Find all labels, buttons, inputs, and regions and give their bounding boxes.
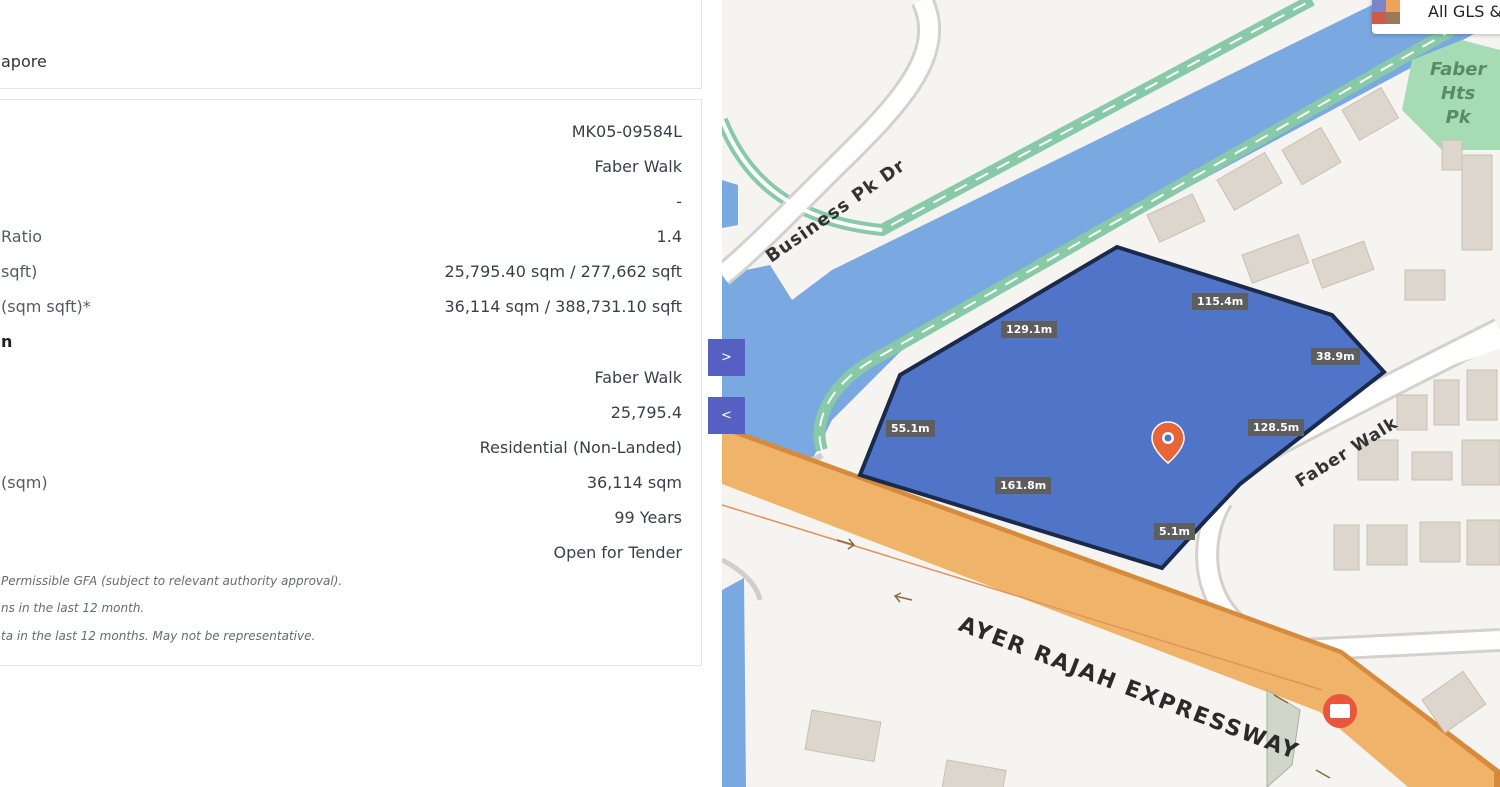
boundary-length-label: 161.8m [995, 477, 1052, 494]
park-label-line: Faber [1430, 59, 1487, 80]
park-label-line: Pk [1445, 107, 1471, 128]
detail-row: 25,795.4 [0, 403, 701, 429]
footnote: Permissible GFA (subject to relevant aut… [1, 574, 343, 588]
detail-row: sqft) 25,795.40 sqm / 277,662 sqft [0, 262, 701, 288]
detail-value: MK05-09584L [571, 122, 682, 141]
address-card: apore [0, 0, 702, 89]
detail-value: 36,114 sqm / 388,731.10 sqft [444, 297, 682, 316]
boundary-length-label: 5.1m [1154, 523, 1195, 540]
boundary-length-label: 129.1m [1001, 321, 1058, 338]
expand-panel-button[interactable]: > [708, 339, 745, 376]
detail-value: Faber Walk [594, 368, 682, 387]
detail-row: Open for Tender [0, 543, 701, 569]
legend-label: All GLS & [1428, 2, 1500, 21]
detail-value: 25,795.40 sqm / 277,662 sqft [444, 262, 682, 281]
detail-row: Faber Walk [0, 368, 701, 394]
map-view[interactable]: Business Pk Dr Faber Walk AYER RAJAH EXP… [722, 0, 1500, 787]
detail-row: Faber Walk [0, 157, 701, 183]
detail-value: 99 Years [614, 508, 682, 527]
detail-row: Residential (Non-Landed) [0, 438, 701, 464]
address-text: apore [1, 52, 47, 71]
layer-swatch-icon [1372, 0, 1400, 24]
boundary-length-label: 38.9m [1311, 348, 1360, 365]
detail-value: 25,795.4 [610, 403, 682, 422]
detail-row: - [0, 192, 701, 218]
footnote: ta in the last 12 months. May not be rep… [1, 629, 316, 643]
detail-value: 1.4 [656, 227, 682, 246]
layer-legend[interactable]: All GLS & [1372, 0, 1500, 34]
boundary-length-label: 115.4m [1192, 293, 1249, 310]
park-label-line: Hts [1440, 83, 1476, 104]
details-panel: apore MK05-09584L Faber Walk - Ratio 1.4 … [0, 0, 722, 787]
footnote: ns in the last 12 month. [1, 601, 145, 615]
detail-label: Ratio [1, 227, 43, 246]
detail-value: Faber Walk [594, 157, 682, 176]
detail-label: (sqm sqft)* [1, 297, 91, 316]
detail-row: 99 Years [0, 508, 701, 534]
section-heading: n [1, 332, 13, 351]
detail-label: sqft) [1, 262, 38, 281]
detail-row: MK05-09584L [0, 122, 701, 148]
detail-value: - [676, 192, 682, 211]
detail-value: Residential (Non-Landed) [479, 438, 682, 457]
expressway-median [722, 504, 1323, 691]
detail-row: Ratio 1.4 [0, 227, 701, 253]
canal-water [722, 578, 746, 787]
park-label: Faber Hts Pk [1430, 58, 1486, 130]
canal-water [722, 180, 738, 228]
detail-label: (sqm) [1, 473, 48, 492]
collapse-panel-button[interactable]: < [708, 397, 745, 434]
road [722, 0, 942, 285]
detail-row: (sqm sqft)* 36,114 sqm / 388,731.10 sqft [0, 297, 701, 323]
boundary-length-label: 55.1m [886, 420, 935, 437]
detail-value: 36,114 sqm [586, 473, 682, 492]
detail-row: (sqm) 36,114 sqm [0, 473, 701, 499]
detail-value: Open for Tender [553, 543, 682, 562]
details-card: MK05-09584L Faber Walk - Ratio 1.4 sqft) 2… [0, 99, 702, 666]
boundary-length-label: 128.5m [1248, 419, 1305, 436]
